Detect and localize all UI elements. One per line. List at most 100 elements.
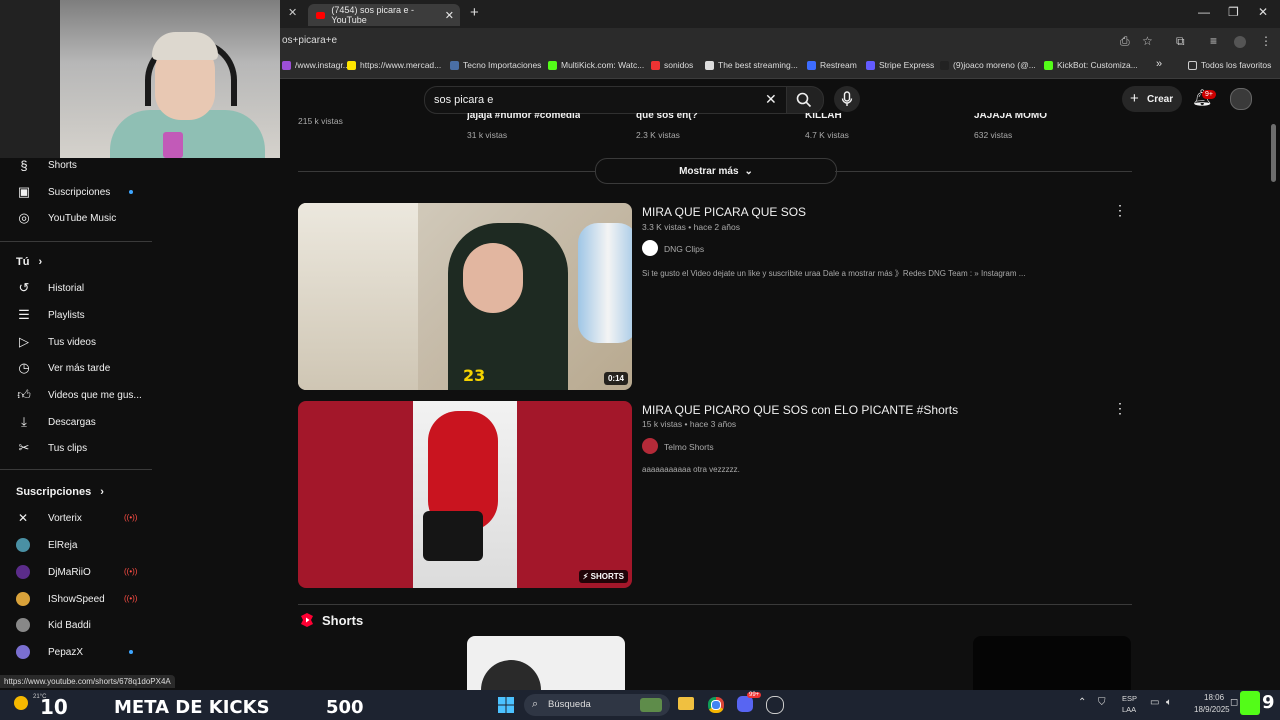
url-input[interactable]: os+picara+e (282, 35, 337, 46)
volume-icon[interactable]: 🔈︎ (1166, 697, 1172, 708)
more-bookmarks-icon[interactable]: » (1156, 58, 1162, 70)
sidebar-item-label: Descargas (48, 416, 96, 428)
discord-icon[interactable] (737, 696, 753, 712)
prev-video-title[interactable]: JAJAJA MOMO (974, 113, 1047, 121)
channel-avatar (16, 538, 30, 552)
sidebar-item-videos-que-me-gus[interactable]: 👍︎ Videos que me gus... (16, 385, 142, 405)
bookmark-item[interactable]: Restream (807, 60, 857, 70)
video-title-2[interactable]: MIRA QUE PICARO QUE SOS con ELO PICANTE … (642, 403, 958, 417)
voice-search-button[interactable] (834, 86, 860, 112)
bookmark-favicon-icon (450, 60, 459, 70)
bookmark-item[interactable]: Stripe Express (866, 60, 934, 70)
language-layout[interactable]: LAA (1122, 705, 1136, 714)
scrollbar-thumb[interactable] (1271, 124, 1276, 182)
prev-video-title[interactable]: jajaja #humor #comedia (467, 113, 580, 121)
weather-icon[interactable] (14, 696, 28, 710)
channel-avatar-2[interactable] (642, 438, 658, 454)
sidebar-item-youtube-music[interactable]: ◎ YouTube Music (16, 208, 116, 228)
create-label: Crear (1147, 94, 1174, 105)
subscription-vorterix[interactable]: ✕ Vorterix (16, 508, 82, 528)
taskbar-search-label: Búsqueda (548, 699, 591, 710)
restore-icon[interactable]: ❐ (1228, 5, 1239, 19)
subscription-pepazx[interactable]: PepazX (16, 642, 83, 662)
sidebar-item-descargas[interactable]: ⤓ Descargas (16, 412, 96, 432)
bookmark-item[interactable]: /www.instagr... (282, 60, 350, 70)
search-icon: ⌕ (532, 698, 539, 710)
subscription-label: ElReja (48, 539, 78, 551)
sidebar-item-suscripciones[interactable]: ▣ Suscripciones (16, 182, 110, 202)
bookmark-item[interactable]: Tecno Importaciones (450, 60, 541, 70)
channel-avatar-1[interactable] (642, 240, 658, 256)
taskbar-search[interactable]: ⌕ Búsqueda (524, 694, 670, 716)
short-thumbnail-1[interactable] (467, 636, 625, 690)
clear-search-icon[interactable]: ✕ (765, 91, 777, 108)
sidebar-item-playlists[interactable]: ☰ Playlists (16, 305, 85, 325)
clock-date[interactable]: 18/9/2025 (1194, 705, 1230, 714)
browser-tab-active[interactable]: (7454) sos picara e - YouTube ✕ (308, 4, 460, 26)
file-explorer-icon[interactable] (678, 697, 694, 710)
create-button[interactable]: + Crear (1122, 86, 1182, 112)
notifications-badge: 9+ (1202, 90, 1216, 99)
bookmark-item[interactable]: KickBot: Customiza... (1044, 60, 1138, 70)
sidebar-item-historial[interactable]: ↺ Historial (16, 278, 85, 298)
more-options-icon[interactable]: ⋮ (1113, 202, 1127, 219)
close-tab-icon[interactable]: ✕ (445, 9, 454, 22)
sidebar-item-tus-clips[interactable]: ✂ Tus clips (16, 438, 88, 458)
channel-name-1[interactable]: DNG Clips (664, 244, 704, 254)
tray-chevron-icon[interactable]: ⌃ (1078, 697, 1086, 708)
sidebar-subscriptions-header[interactable]: Suscripciones › (16, 486, 104, 498)
bookmark-item[interactable]: sonidos (651, 60, 693, 70)
more-options-icon[interactable]: ⋮ (1113, 400, 1127, 417)
sidebar-item-ver-m-s-tarde[interactable]: ◷ Ver más tarde (16, 358, 110, 378)
short-thumbnail-2[interactable] (973, 636, 1131, 690)
jersey-number: 23 (463, 366, 486, 385)
subscription-elreja[interactable]: ElReja (16, 535, 77, 555)
minimize-icon[interactable]: — (1198, 5, 1210, 19)
bookmark-star-icon[interactable]: ☆ (1142, 34, 1153, 48)
video-thumbnail-1[interactable]: 23 0:14 (298, 203, 632, 390)
video-thumbnail-2[interactable]: ⚡︎ SHORTS (298, 401, 632, 588)
search-highlight-icon (640, 698, 662, 712)
sidebar-you-header[interactable]: Tú › (16, 256, 42, 268)
app-taskbar-icon[interactable] (766, 696, 784, 714)
subscription-djmariio[interactable]: DjMaRiiO (16, 562, 91, 582)
search-input[interactable]: sos picara e (434, 94, 493, 106)
notification-center-icon[interactable]: ◻ (1230, 697, 1238, 708)
profile-avatar[interactable] (1234, 36, 1246, 48)
prev-video-title[interactable]: KILLAH (805, 113, 842, 121)
subscription-ishowspeed[interactable]: IShowSpeed (16, 589, 105, 609)
media-control-icon[interactable]: ≡ (1210, 34, 1217, 48)
subscription-kid-baddi[interactable]: Kid Baddi (16, 615, 91, 635)
prev-video-title[interactable]: que sos en(? (636, 113, 698, 121)
close-window-icon[interactable]: ✕ (1258, 5, 1268, 19)
install-app-icon[interactable]: ⎙ (1120, 34, 1130, 49)
plus-icon: + (1130, 90, 1139, 107)
bookmark-item[interactable]: MultiKick.com: Watc... (548, 60, 644, 70)
windows-start-icon[interactable] (498, 697, 514, 713)
shorts-badge: ⚡︎ SHORTS (578, 570, 628, 583)
video-title-1[interactable]: MIRA QUE PICARA QUE SOS (642, 205, 806, 219)
language-code[interactable]: ESP (1122, 694, 1137, 703)
tray-app-icon[interactable]: ⛉ (1098, 697, 1106, 708)
extensions-icon[interactable]: ⧉ (1176, 34, 1185, 49)
show-more-button[interactable]: Mostrar más ⌄ (595, 158, 837, 184)
new-tab-icon[interactable]: + (470, 4, 479, 21)
channel-avatar (16, 645, 30, 659)
bookmark-item[interactable]: The best streaming... (705, 60, 798, 70)
account-avatar[interactable] (1230, 88, 1252, 110)
network-icon[interactable]: ▭ (1150, 697, 1159, 708)
bookmark-item[interactable]: (9)joaco moreno (@... (940, 60, 1036, 70)
sidebar-item-label: Tus clips (48, 442, 88, 454)
mic-icon (841, 91, 853, 106)
chrome-menu-icon[interactable]: ⋮ (1260, 34, 1272, 48)
all-bookmarks[interactable]: Todos los favoritos (1188, 60, 1271, 70)
clock-time[interactable]: 18:06 (1204, 693, 1224, 702)
search-button[interactable] (786, 86, 824, 114)
sidebar-item-shorts[interactable]: § Shorts (16, 155, 77, 175)
channel-name-2[interactable]: Telmo Shorts (664, 442, 714, 452)
sidebar-item-tus-videos[interactable]: ▷ Tus videos (16, 332, 96, 352)
search-box[interactable]: sos picara e ✕ (424, 86, 788, 114)
youtube-favicon-icon (316, 11, 326, 19)
bookmark-item[interactable]: https://www.mercad... (347, 60, 441, 70)
close-prev-tab-icon[interactable]: ✕ (288, 6, 297, 19)
